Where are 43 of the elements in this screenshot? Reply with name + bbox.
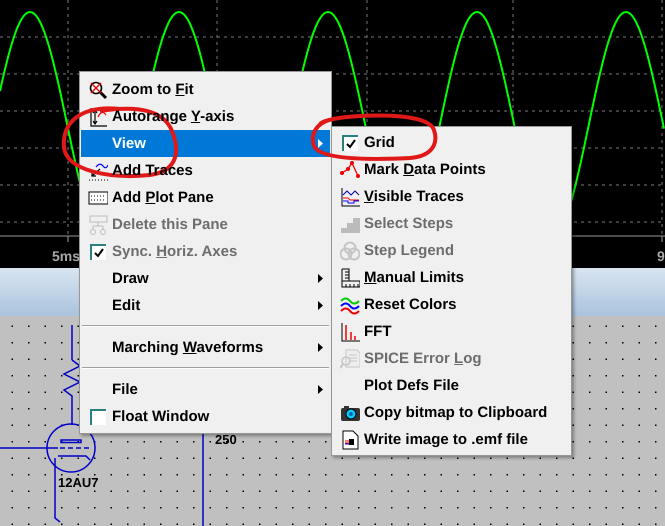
ruler-icon [340, 268, 360, 288]
menu-item[interactable]: File [81, 376, 330, 403]
menu-item[interactable]: Write image to .emf file [333, 426, 570, 453]
vacuum-tube-symbol [46, 423, 96, 473]
component-label: 250 [215, 432, 237, 447]
axis-arrows-icon [88, 106, 108, 126]
three-circles-icon [340, 240, 360, 260]
wire [0, 447, 58, 449]
menu-item[interactable]: Mark Data Points [333, 156, 570, 183]
submenu-arrow-icon [318, 274, 323, 283]
menu-item[interactable]: Draw [81, 265, 330, 292]
menu-item[interactable]: Grid [333, 129, 570, 156]
component-label: 12AU7 [58, 475, 98, 490]
submenu-arrow-icon [318, 301, 323, 310]
waves-icon [340, 294, 360, 314]
menu-item[interactable]: Marching Waveforms [81, 334, 330, 361]
menu-item[interactable]: Zoom to Fit [81, 76, 330, 103]
menu-item[interactable]: Float Window [81, 403, 330, 430]
submenu-arrow-icon [318, 385, 323, 394]
wire [71, 325, 73, 360]
menu-item[interactable]: Edit [81, 292, 330, 319]
wire [54, 458, 60, 523]
document-magnifier-icon [340, 348, 360, 368]
menu-item[interactable]: FFT [333, 318, 570, 345]
magnifier-icon [88, 80, 108, 100]
menu-item[interactable]: Plot Defs File [333, 372, 570, 399]
axis-label: 5ms [52, 248, 80, 264]
trace-arrow-icon [88, 160, 108, 180]
resistor-symbol [62, 359, 82, 425]
menu-item[interactable]: Visible Traces [333, 183, 570, 210]
menu-item[interactable]: Copy bitmap to Clipboard [333, 399, 570, 426]
menu-item[interactable]: Reset Colors [333, 291, 570, 318]
line-chart-icon [340, 186, 360, 206]
spike-chart-icon [340, 322, 360, 342]
menu-item[interactable]: View [81, 130, 330, 157]
document-icon [340, 430, 360, 450]
submenu-arrow-icon [318, 343, 323, 352]
menu-item[interactable]: Manual Limits [333, 264, 570, 291]
menu-item[interactable]: Add Plot Pane [81, 184, 330, 211]
data-points-icon [340, 160, 360, 180]
submenu-arrow-icon [318, 139, 323, 148]
axis-label: 9 [657, 248, 665, 264]
tree-icon [88, 214, 108, 234]
